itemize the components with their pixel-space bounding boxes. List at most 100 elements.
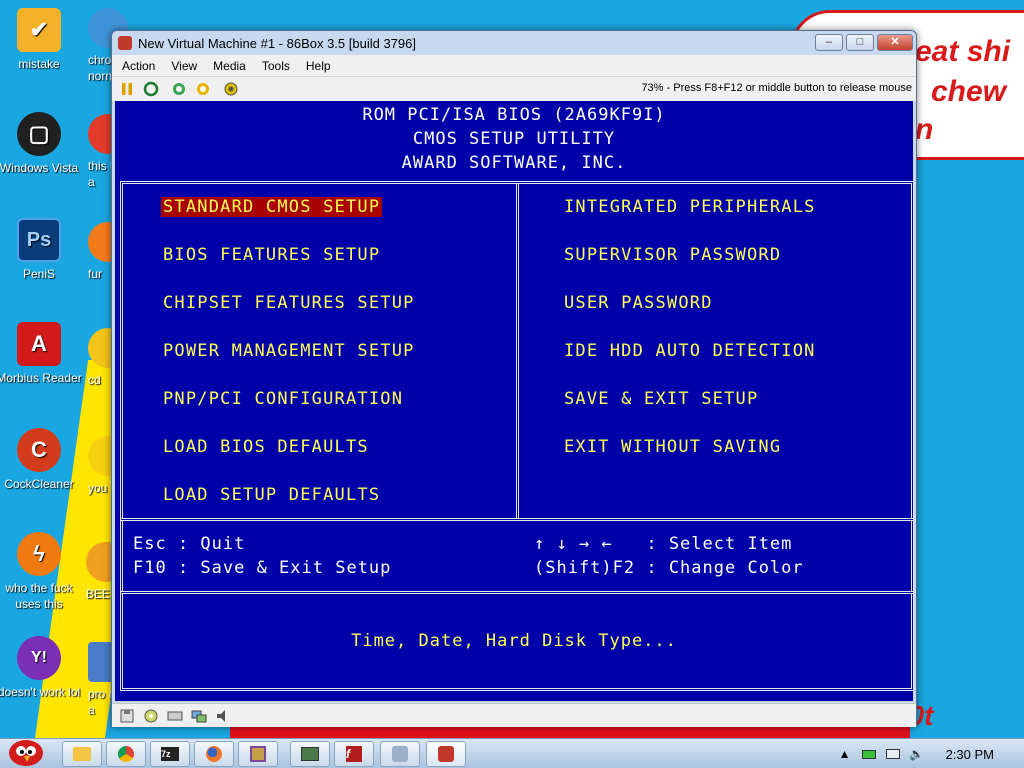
vm-window: New Virtual Machine #1 - 86Box 3.5 [buil… bbox=[111, 30, 917, 727]
desktop-icon-morbius-reader[interactable]: A Morbius Reader bbox=[0, 322, 82, 386]
bios-help-select-item: ↑ ↓ → ← : Select Item bbox=[534, 534, 793, 554]
close-button[interactable]: ✕ bbox=[877, 34, 913, 51]
yahoo-messenger-icon: Y! bbox=[17, 636, 61, 680]
desktop-icon-label: Morbius Reader bbox=[0, 371, 82, 385]
menu-view[interactable]: View bbox=[161, 59, 203, 73]
desktop-icon-mistake[interactable]: ✔ mistake bbox=[0, 8, 82, 72]
bios-option-save-exit-setup[interactable]: SAVE & EXIT SETUP bbox=[562, 389, 760, 409]
bios-option-exit-without-saving[interactable]: EXIT WITHOUT SAVING bbox=[562, 437, 783, 457]
folder-icon bbox=[73, 747, 91, 761]
bios-option-load-bios-defaults[interactable]: LOAD BIOS DEFAULTS bbox=[161, 437, 371, 457]
desktop-icon-label: doesn't work lol bbox=[0, 685, 81, 699]
monitor-check-icon: ✔ bbox=[17, 8, 61, 52]
taskbar-7z-button[interactable]: 7z bbox=[150, 741, 190, 767]
desktop-icon-label: chro norn bbox=[88, 53, 113, 83]
taskbar: 7z f ▲ 🔈 2:30 PM bbox=[0, 738, 1024, 768]
taskbar-winrar-button[interactable] bbox=[238, 741, 278, 767]
desktop-icon-penis[interactable]: Ps PeniS bbox=[0, 218, 82, 282]
volume-icon[interactable]: 🔈 bbox=[908, 746, 926, 762]
menu-tools[interactable]: Tools bbox=[252, 59, 296, 73]
start-button[interactable] bbox=[2, 733, 46, 768]
user-icon bbox=[392, 746, 408, 762]
taskbar-flash-button[interactable]: f bbox=[334, 741, 374, 767]
mouse-status-text: 73% - Press F8+F12 or middle button to r… bbox=[641, 82, 912, 94]
trash-can-icon: ▢ bbox=[17, 112, 61, 156]
window-titlebar[interactable]: New Virtual Machine #1 - 86Box 3.5 [buil… bbox=[112, 31, 916, 55]
desktop-icon-label: who the fuck uses this bbox=[5, 581, 73, 611]
taskbar-firefox-button[interactable] bbox=[194, 741, 234, 767]
battery-icon[interactable] bbox=[860, 746, 878, 762]
bubble-text-line-3: n bbox=[915, 113, 934, 146]
menu-help[interactable]: Help bbox=[296, 59, 337, 73]
bubble-text-line-1: eat shi bbox=[915, 35, 1011, 68]
desktop-icon-label: cd bbox=[88, 373, 101, 387]
network-icon[interactable] bbox=[884, 746, 902, 762]
taskbar-86box-button[interactable] bbox=[426, 741, 466, 767]
show-hidden-icons-icon[interactable]: ▲ bbox=[836, 746, 854, 762]
bios-option-integrated-peripherals[interactable]: INTEGRATED PERIPHERALS bbox=[562, 197, 818, 217]
bios-help-frame bbox=[120, 518, 914, 594]
window-title: New Virtual Machine #1 - 86Box 3.5 [buil… bbox=[138, 35, 416, 51]
media-icon bbox=[301, 747, 319, 761]
bios-option-user-password[interactable]: USER PASSWORD bbox=[562, 293, 715, 313]
desktop-icon-who-uses-this[interactable]: ϟ who the fuck uses this bbox=[0, 532, 82, 612]
statusbar bbox=[112, 703, 916, 727]
desktop-icon-doesnt-work[interactable]: Y! doesn't work lol bbox=[0, 636, 82, 700]
reset-icon[interactable] bbox=[142, 80, 160, 98]
settings-icon[interactable] bbox=[222, 80, 240, 98]
flash-icon: f bbox=[346, 746, 362, 762]
desktop-icon-label: you bbox=[88, 481, 108, 495]
bios-option-supervisor-password[interactable]: SUPERVISOR PASSWORD bbox=[562, 245, 783, 265]
taskbar-chrome-button[interactable] bbox=[106, 741, 146, 767]
desktop-icon-label: CockCleaner bbox=[4, 477, 74, 491]
winrar-icon bbox=[250, 746, 266, 762]
menu-action[interactable]: Action bbox=[112, 59, 161, 73]
minimize-button[interactable]: – bbox=[815, 34, 843, 51]
taskbar-user-button[interactable] bbox=[380, 741, 420, 767]
bios-header-line-3: AWARD SOFTWARE, INC. bbox=[401, 153, 627, 173]
menubar: Action View Media Tools Help bbox=[112, 55, 916, 77]
desktop-icon-label: fur bbox=[88, 267, 103, 281]
bios-screen[interactable]: ROM PCI/ISA BIOS (2A69KF9I) CMOS SETUP U… bbox=[115, 101, 914, 701]
floppy-icon[interactable] bbox=[118, 708, 136, 724]
bios-option-power-management-setup[interactable]: POWER MANAGEMENT SETUP bbox=[161, 341, 417, 361]
maximize-button[interactable]: □ bbox=[846, 34, 874, 51]
bios-help-quit: Esc : Quit bbox=[133, 534, 246, 554]
hdd-icon[interactable] bbox=[166, 708, 184, 724]
taskbar-folder-button[interactable] bbox=[62, 741, 102, 767]
system-tray: ▲ 🔈 2:30 PM bbox=[836, 739, 1024, 768]
ctrl-alt-esc-icon[interactable] bbox=[194, 80, 212, 98]
bios-option-load-setup-defaults[interactable]: LOAD SETUP DEFAULTS bbox=[161, 485, 382, 505]
chrome-icon bbox=[118, 746, 134, 762]
menu-media[interactable]: Media bbox=[203, 59, 252, 73]
bios-option-pnp-pci-configuration[interactable]: PNP/PCI CONFIGURATION bbox=[161, 389, 405, 409]
pause-icon[interactable] bbox=[118, 80, 136, 98]
photoshop-icon: Ps bbox=[17, 218, 61, 262]
bios-header-line-2: CMOS SETUP UTILITY bbox=[412, 129, 616, 149]
clock[interactable]: 2:30 PM bbox=[946, 747, 994, 762]
bubble-text-line-2: chew bbox=[931, 75, 1007, 108]
sound-icon[interactable] bbox=[214, 708, 232, 724]
bios-option-standard-cmos-setup[interactable]: STANDARD CMOS SETUP bbox=[161, 197, 383, 217]
ccleaner-icon: C bbox=[17, 428, 61, 472]
86box-icon bbox=[438, 746, 454, 762]
86box-app-icon bbox=[118, 36, 132, 50]
taskbar-media-button[interactable] bbox=[290, 741, 330, 767]
bios-item-description: Time, Date, Hard Disk Type... bbox=[351, 631, 677, 651]
firefox-icon bbox=[206, 746, 222, 762]
desktop-icon-label: Windows Vista bbox=[0, 161, 79, 175]
network-icon[interactable] bbox=[190, 708, 208, 724]
bios-option-ide-hdd-auto-detection[interactable]: IDE HDD AUTO DETECTION bbox=[562, 341, 818, 361]
bios-header-line-1: ROM PCI/ISA BIOS (2A69KF9I) bbox=[362, 105, 666, 125]
desktop-icon-cockcleaner[interactable]: C CockCleaner bbox=[0, 428, 82, 492]
bios-option-bios-features-setup[interactable]: BIOS FEATURES SETUP bbox=[161, 245, 382, 265]
toolbar: 73% - Press F8+F12 or middle button to r… bbox=[112, 77, 916, 101]
ctrl-alt-del-icon[interactable] bbox=[170, 80, 188, 98]
cdrom-icon[interactable] bbox=[142, 708, 160, 724]
bios-help-change-color: (Shift)F2 : Change Color bbox=[534, 558, 804, 578]
lightning-icon: ϟ bbox=[17, 532, 61, 576]
bios-option-chipset-features-setup[interactable]: CHIPSET FEATURES SETUP bbox=[161, 293, 417, 313]
bios-menu-divider bbox=[516, 183, 519, 519]
acrobat-icon: A bbox=[17, 322, 61, 366]
desktop-icon-windows-vista[interactable]: ▢ Windows Vista bbox=[0, 112, 82, 176]
